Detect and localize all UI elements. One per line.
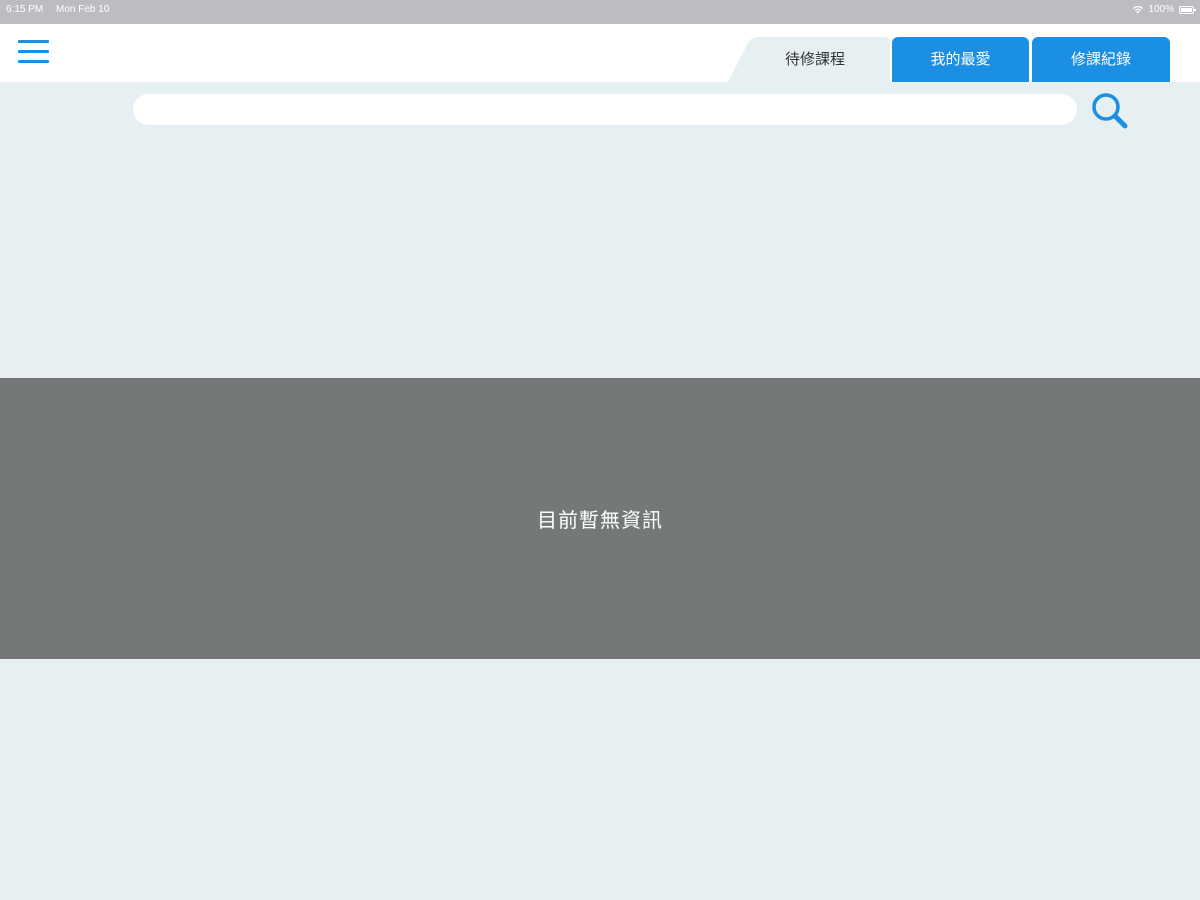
empty-state-overlay: 目前暫無資訊 [0,378,1200,659]
search-button[interactable] [1088,90,1132,132]
battery-icon [1179,6,1196,14]
tab-my-favorites[interactable]: 我的最愛 [892,37,1029,82]
menu-line [18,50,49,53]
empty-state-message: 目前暫無資訊 [537,508,663,532]
status-left: 6:15 PM Mon Feb 10 [6,4,119,15]
status-right: 100% [1132,4,1174,15]
status-bar: 6:15 PM Mon Feb 10 100% [0,0,1200,24]
wifi-icon [1133,6,1144,14]
tab-course-history[interactable]: 修課紀錄 [1032,37,1170,82]
hamburger-menu-icon[interactable] [18,39,50,65]
menu-line [18,40,49,43]
menu-line [18,60,49,63]
battery-percent: 100% [1148,4,1174,15]
status-date: Mon Feb 10 [56,4,110,15]
search-input[interactable] [133,94,1077,125]
tab-pending-courses[interactable]: 待修課程 [745,37,885,82]
app-header: 待修課程 我的最愛 修課紀錄 [0,24,1200,82]
search-icon [1092,93,1128,129]
status-time: 6:15 PM [6,4,44,15]
